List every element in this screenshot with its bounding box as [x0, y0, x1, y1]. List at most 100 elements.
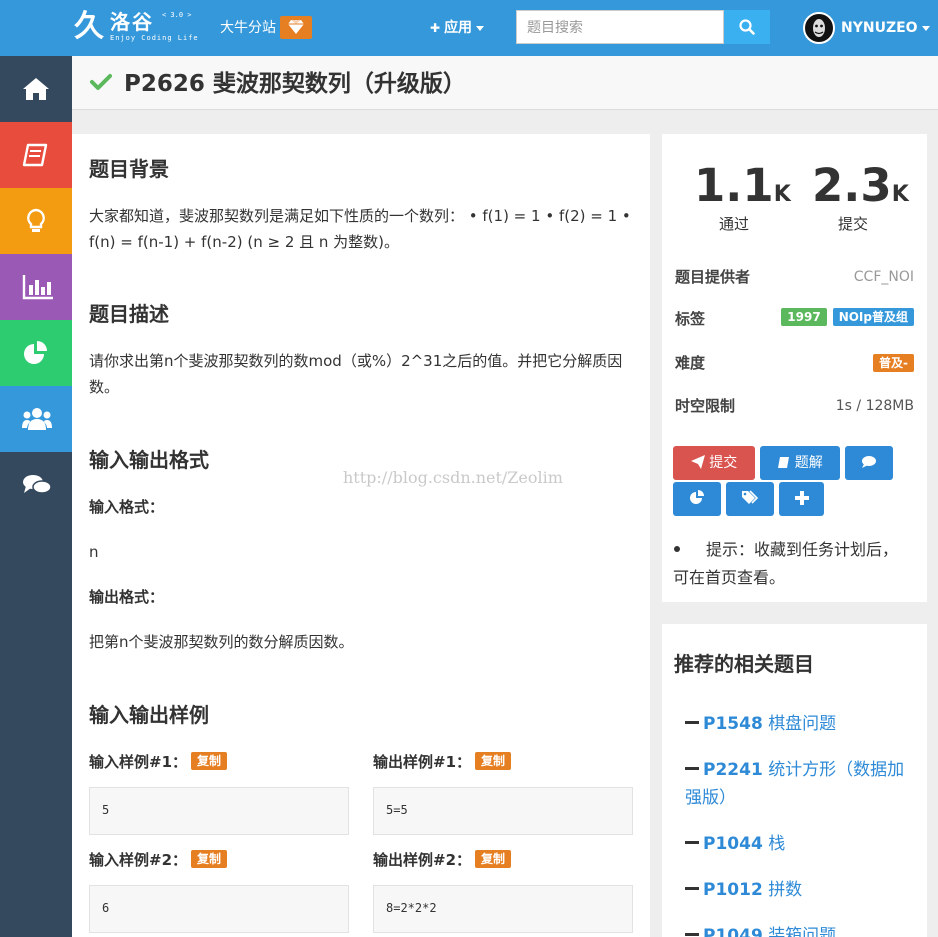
user-menu[interactable]: NYNUZEO [841, 18, 930, 38]
dash-icon [685, 933, 699, 936]
copy-button[interactable]: 复制 [191, 752, 228, 770]
sample-input-label-1: 输入样例#1： 复制 [89, 750, 228, 774]
dash-icon [685, 767, 699, 770]
provider-value[interactable]: CCF_NOI [854, 266, 914, 288]
recommend-name: 拼数 [768, 880, 803, 900]
recommend-item[interactable]: P1012 拼数 [685, 876, 915, 904]
recommend-item[interactable]: P1049 装箱问题 [685, 922, 915, 937]
diamond-icon[interactable] [280, 16, 312, 39]
tags-list: 1997 NOIp普及组 [775, 306, 914, 328]
recommend-title: 推荐的相关题目 [674, 652, 814, 676]
submitted-count: 2.3K [812, 160, 909, 221]
sidebar-item-problems[interactable] [0, 122, 72, 188]
sidebar-item-stats[interactable] [0, 320, 72, 386]
comments-icon [862, 456, 876, 468]
problem-title-bar: P2626 斐波那契数列（升级版） [72, 56, 938, 110]
search-button[interactable] [724, 10, 770, 44]
tags-label: 标签 [675, 310, 706, 328]
output-format-label: 输出格式： [89, 588, 165, 606]
lightbulb-icon [27, 208, 45, 232]
sample-output-box[interactable]: 8=2*2*2 [373, 885, 633, 933]
sample-input-box[interactable]: 6 [89, 885, 349, 933]
add-to-list-button[interactable] [779, 482, 824, 516]
sample-output-title: 输出样例#2： [373, 851, 472, 869]
search-input[interactable] [516, 10, 724, 44]
submit-button-label: 提交 [709, 455, 738, 471]
samples-heading: 输入输出样例 [89, 703, 209, 727]
caret-down-icon [921, 25, 930, 31]
search-icon [739, 19, 755, 35]
passed-value: 1.1 [694, 159, 774, 212]
problem-content-card: 题目背景 大家都知道，斐波那契数列是满足如下性质的一个数列： • f(1) = … [72, 134, 650, 937]
submit-button[interactable]: 提交 [673, 446, 755, 480]
recommend-item[interactable]: P1548 棋盘问题 [685, 710, 915, 738]
limit-label: 时空限制 [675, 397, 736, 415]
output-format-text: 把第n个斐波那契数列的数分解质因数。 [89, 633, 354, 651]
recommend-name: 栈 [768, 834, 786, 854]
dash-icon [685, 887, 699, 890]
background-heading: 题目背景 [89, 157, 169, 181]
recommend-name: 装箱问题 [768, 926, 837, 937]
avatar[interactable] [803, 12, 835, 44]
recommend-pid: P1012 [703, 880, 763, 900]
stats-button[interactable] [673, 482, 721, 516]
input-format-text: n [89, 543, 99, 561]
bar-chart-icon [22, 275, 53, 300]
paper-plane-icon [690, 455, 705, 469]
submitted-unit: K [891, 182, 909, 207]
input-format-label: 输入格式： [89, 498, 165, 516]
page-title: P2626 斐波那契数列（升级版） [124, 71, 466, 97]
passed-count: 1.1K [694, 160, 791, 221]
caret-down-icon [476, 25, 485, 31]
sidebar-item-training[interactable] [0, 188, 72, 254]
sidebar-item-ranking[interactable] [0, 254, 72, 320]
background-text: 大家都知道，斐波那契数列是满足如下性质的一个数列： • f(1) = 1 • f… [89, 207, 631, 251]
sample-output-title: 输出样例#1： [373, 753, 472, 771]
solution-button[interactable]: 题解 [760, 446, 840, 480]
check-icon [90, 74, 112, 90]
logo-name: 洛谷 [110, 10, 154, 34]
discuss-button[interactable] [845, 446, 893, 480]
sample-input-box[interactable]: 5 [89, 787, 349, 835]
luogu-logo[interactable]: 久 洛谷 < 3.0 > Enjoy Coding Life [74, 9, 198, 47]
logo-slogan: Enjoy Coding Life [110, 34, 199, 42]
provider-label: 题目提供者 [675, 268, 751, 286]
sample-input-title: 输入样例#1： [89, 753, 188, 771]
submitted-label: 提交 [838, 215, 869, 233]
hint-text: 提示：收藏到任务计划后，可在首页查看。 [673, 540, 899, 587]
pie-chart-icon [689, 490, 704, 504]
tags-button[interactable] [726, 482, 774, 516]
tag-badge[interactable]: 1997 [781, 308, 827, 326]
app-menu-label: 应用 [444, 20, 473, 36]
sample-input-label-2: 输入样例#2： 复制 [89, 848, 228, 872]
recommend-pid: P1049 [703, 926, 763, 937]
copy-button[interactable]: 复制 [475, 752, 512, 770]
plus-icon [794, 491, 809, 505]
recommend-item[interactable]: P1044 栈 [685, 830, 915, 858]
difficulty-badge: 普及- [873, 354, 914, 372]
sample-output-box[interactable]: 5=5 [373, 787, 633, 835]
copy-button[interactable]: 复制 [191, 850, 228, 868]
sidebar-item-home[interactable] [0, 56, 72, 122]
bullet-icon [674, 546, 680, 552]
sample-output-label-1: 输出样例#1： 复制 [373, 750, 512, 774]
favorite-hint: 提示：收藏到任务计划后，可在首页查看。 [673, 536, 913, 592]
recommend-name: 棋盘问题 [768, 714, 837, 734]
dash-icon [685, 841, 699, 844]
dash-icon [685, 721, 699, 724]
app-menu[interactable]: ✚ 应用 [430, 18, 485, 38]
logo-glyph: 久 [74, 9, 104, 44]
home-icon [23, 78, 49, 100]
sidebar-item-discuss[interactable] [0, 452, 72, 518]
top-navbar: 久 洛谷 < 3.0 > Enjoy Coding Life 大牛分站 ✚ 应用 … [0, 0, 938, 56]
copy-button[interactable]: 复制 [475, 850, 512, 868]
passed-unit: K [773, 182, 791, 207]
recommend-pid: P2241 [703, 760, 763, 780]
recommend-item[interactable]: P2241 统计方形（数据加强版） [685, 756, 911, 812]
io-format-heading: 输入输出格式 [89, 448, 209, 472]
subsite-link[interactable]: 大牛分站 [220, 18, 276, 38]
tag-badge[interactable]: NOIp普及组 [832, 308, 914, 326]
solution-button-label: 题解 [794, 455, 823, 471]
sidebar-item-groups[interactable] [0, 386, 72, 452]
recommend-pid: P1548 [703, 714, 763, 734]
